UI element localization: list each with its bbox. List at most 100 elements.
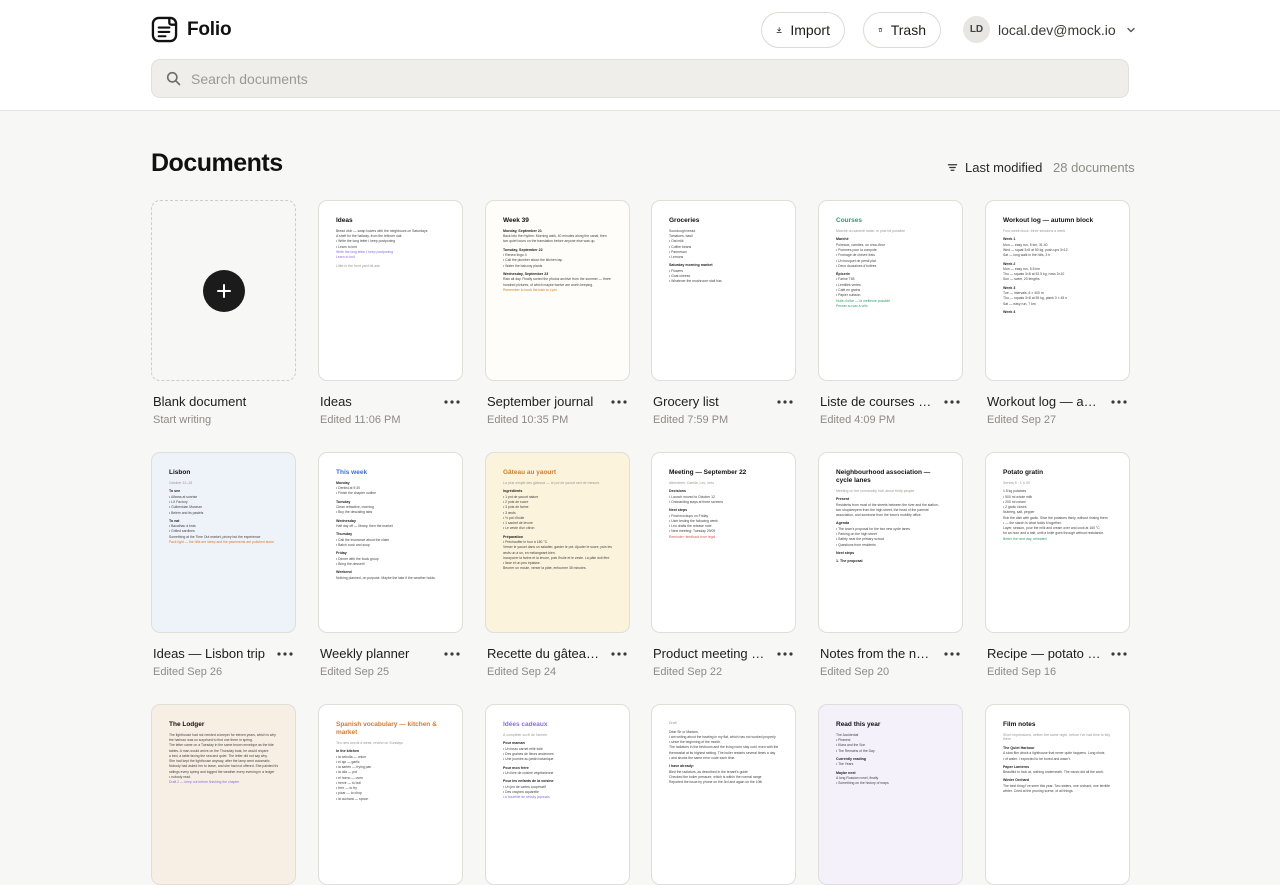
- thumbnail-title: Potato gratin: [1003, 469, 1044, 476]
- document-card[interactable]: Draft Dear Sir or Madam, I am writing abou…: [651, 704, 796, 885]
- blank-document-card[interactable]: Blank document Start writing: [151, 200, 296, 441]
- more-horizontal-icon: [944, 400, 960, 404]
- document-thumbnail[interactable]: The Lodger The lighthouse had not needed …: [151, 704, 296, 885]
- more-options-button[interactable]: [441, 393, 463, 411]
- card-title: Blank document: [153, 394, 247, 409]
- document-thumbnail[interactable]: Courses Marché du samedi matin, le plus t…: [818, 200, 963, 381]
- plus-icon: [216, 283, 231, 298]
- new-document-button[interactable]: [202, 269, 245, 312]
- card-edited-date: Edited Sep 24: [487, 666, 557, 678]
- document-card[interactable]: LisbonOctober 12–18To seeAlfama at sunri…: [151, 452, 296, 693]
- sort-button[interactable]: Last modified: [947, 160, 1042, 175]
- trash-button[interactable]: Trash: [863, 12, 941, 48]
- import-button[interactable]: Import: [761, 12, 845, 48]
- more-options-button[interactable]: [274, 645, 296, 663]
- app-logo[interactable]: Folio: [151, 16, 232, 43]
- thumbnail-line: Onboarding stays at three screens: [669, 500, 778, 505]
- thumbnail-line: The letter came on a Tuesday in the same…: [169, 743, 274, 748]
- thumbnail-line: for an hour and a half, until a knife go…: [1003, 531, 1105, 536]
- more-options-button[interactable]: [1108, 645, 1130, 663]
- search-icon: [166, 71, 181, 86]
- card-edited-date: Edited 11:06 PM: [320, 414, 401, 426]
- document-card[interactable]: Courses Marché du samedi matin, le plus t…: [818, 200, 963, 441]
- more-horizontal-icon: [611, 652, 627, 656]
- card-title: Recette du gâteau au yaourt: [487, 646, 603, 661]
- thumbnail-subtitle: Attendees: Camila, Leo, Inès: [669, 480, 714, 485]
- document-card[interactable]: Idées cadeaux À compléter au fil de l'ann…: [485, 704, 630, 885]
- document-thumbnail[interactable]: Neighbourhood association — cycle lanes M…: [818, 452, 963, 633]
- card-meta: Grocery list Edited 7:59 PM: [651, 393, 796, 441]
- document-thumbnail[interactable]: Read this yearThe AccidentalPiranesiKlar…: [818, 704, 963, 885]
- more-options-button[interactable]: [774, 393, 796, 411]
- search-input[interactable]: [191, 70, 1091, 87]
- blank-document-thumbnail[interactable]: [151, 200, 296, 381]
- thumbnail-line: Half day off — library, then the market: [336, 524, 393, 529]
- account-email: local.dev@mock.io: [998, 21, 1116, 38]
- thumbnail-line: Sat — easy run, 7 km: [1003, 301, 1036, 306]
- document-card[interactable]: Gâteau au yaourt La plus simple des gâtea…: [485, 452, 630, 693]
- document-card[interactable]: Ideas Bread club — swap loaves with the n…: [318, 200, 463, 441]
- more-options-button[interactable]: [774, 645, 796, 663]
- document-card[interactable]: Potato gratin Serves 6 · 1 h 30 1.5 kg pot…: [985, 452, 1130, 693]
- card-edited-date: Edited 7:59 PM: [653, 414, 729, 426]
- document-thumbnail[interactable]: Gâteau au yaourt La plus simple des gâtea…: [485, 452, 630, 633]
- document-card[interactable]: The Lodger The lighthouse had not needed …: [151, 704, 296, 885]
- card-title: Grocery list: [653, 394, 719, 409]
- thumbnail-line: Beurrer un moule, verser la pâte, enfour…: [503, 566, 587, 571]
- more-options-button[interactable]: [608, 645, 630, 663]
- document-card[interactable]: GroceriesSourdough breadTomatoes, basilO…: [651, 200, 796, 441]
- more-options-button[interactable]: [608, 393, 630, 411]
- download-icon: [776, 27, 782, 33]
- card-edited-date: Edited Sep 26: [153, 666, 223, 678]
- thumbnail-highlight: Pack light — the hills are steep and the…: [169, 539, 274, 544]
- document-card[interactable]: Spanish vocabulary — kitchen & market Ten…: [318, 704, 463, 885]
- card-meta: Recette du gâteau au yaourt Edited Sep 24: [485, 645, 630, 693]
- thumbnail-subtitle: Ten new words a week, review on Sundays: [336, 740, 403, 745]
- card-edited-date: Edited Sep 22: [653, 666, 723, 678]
- document-thumbnail[interactable]: Ideas Bread club — swap loaves with the n…: [318, 200, 463, 381]
- card-title: Liste de courses — marché: [820, 394, 936, 409]
- document-card[interactable]: Read this yearThe AccidentalPiranesiKlar…: [818, 704, 963, 885]
- more-horizontal-icon: [944, 652, 960, 656]
- more-horizontal-icon: [777, 400, 793, 404]
- thumbnail-line: Nobody had asked her to leave, and she h…: [169, 764, 278, 769]
- document-thumbnail[interactable]: This weekMondayDentist at 9:30Finish the…: [318, 452, 463, 633]
- more-options-button[interactable]: [441, 645, 463, 663]
- thumbnail-line: Nothing planned, on purpose. Maybe the l…: [336, 575, 436, 580]
- document-thumbnail[interactable]: Potato gratin Serves 6 · 1 h 30 1.5 kg pot…: [985, 452, 1130, 633]
- document-thumbnail[interactable]: Week 39 Monday, September 21 Back into the…: [485, 200, 630, 381]
- thumbnail-subtitle: Draft: [669, 721, 677, 725]
- thumbnail-title: Neighbourhood association — cycle lanes: [836, 469, 931, 484]
- card-title: Ideas: [320, 394, 352, 409]
- card-meta: Product meeting — September 22 Edited Sep…: [651, 645, 796, 693]
- document-card[interactable]: Meeting — September 22 Attendees: Camila,…: [651, 452, 796, 693]
- thumbnail-line: Verser le yaourt dans un saladier, garde…: [503, 545, 612, 550]
- document-thumbnail[interactable]: LisbonOctober 12–18To seeAlfama at sunri…: [151, 452, 296, 633]
- document-thumbnail[interactable]: Draft Dear Sir or Madam, I am writing abou…: [651, 704, 796, 885]
- thumbnail-line: Whatever the mushroom stall has: [669, 279, 778, 284]
- more-horizontal-icon: [777, 652, 793, 656]
- document-thumbnail[interactable]: Film notes Short impressions, written the…: [985, 704, 1130, 885]
- document-thumbnail[interactable]: Spanish vocabulary — kitchen & market Ten…: [318, 704, 463, 885]
- document-card[interactable]: This weekMondayDentist at 9:30Finish the…: [318, 452, 463, 693]
- thumbnail-line: The radiators in the bedroom and the liv…: [669, 745, 778, 750]
- more-horizontal-icon: [1111, 400, 1127, 404]
- document-thumbnail[interactable]: GroceriesSourdough breadTomatoes, basilO…: [651, 200, 796, 381]
- document-card[interactable]: Workout log — autumn block Four-week bloc…: [985, 200, 1130, 441]
- thumbnail-line: Buy the descaling tabs: [336, 510, 445, 515]
- account-menu[interactable]: LD local.dev@mock.io: [963, 16, 1136, 43]
- more-options-button[interactable]: [1108, 393, 1130, 411]
- thumbnail-subtitle: La plus simple des gâteaux — le pot de y…: [503, 480, 601, 485]
- avatar: LD: [963, 16, 990, 43]
- document-card[interactable]: Neighbourhood association — cycle lanes M…: [818, 452, 963, 693]
- card-title: Product meeting — September 22: [653, 646, 769, 661]
- document-card[interactable]: Film notes Short impressions, written the…: [985, 704, 1130, 885]
- search-bar[interactable]: [151, 59, 1129, 98]
- thumbnail-highlight: Learn to knit: [336, 255, 355, 260]
- document-thumbnail[interactable]: Workout log — autumn block Four-week bloc…: [985, 200, 1130, 381]
- more-options-button[interactable]: [941, 645, 963, 663]
- document-card[interactable]: Week 39 Monday, September 21 Back into the…: [485, 200, 630, 441]
- document-thumbnail[interactable]: Idées cadeaux À compléter au fil de l'ann…: [485, 704, 630, 885]
- more-options-button[interactable]: [941, 393, 963, 411]
- document-thumbnail[interactable]: Meeting — September 22 Attendees: Camila,…: [651, 452, 796, 633]
